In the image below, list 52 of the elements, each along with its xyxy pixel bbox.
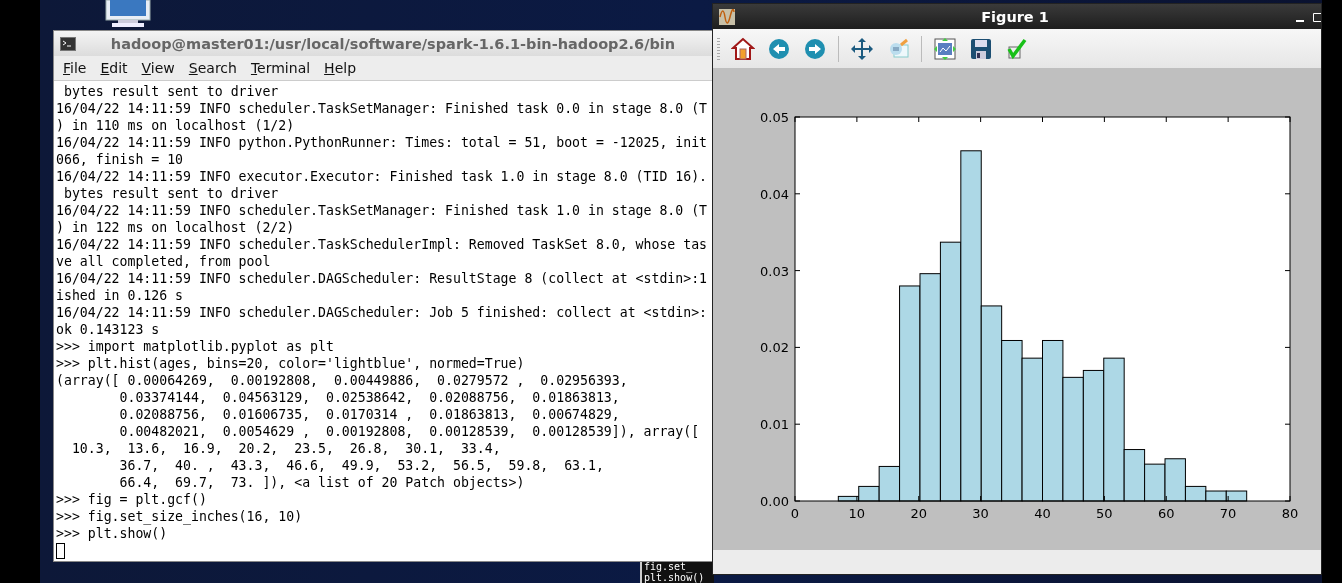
terminal-line: 10.3, 13.6, 16.9, 20.2, 23.5, 26.8, 30.1, 33.4,	[70, 440, 501, 457]
terminal-line: 16/04/22 14:11:59 INFO executor.Executor: Finished task 1.0 in stage 8.0 (TID 16).	[56, 168, 708, 185]
tick-label: 70	[1219, 506, 1237, 521]
tick-label: 30	[972, 506, 989, 521]
terminal-line: bytes result sent to driver	[62, 185, 279, 202]
terminal-line: ok 0.143123 s	[56, 321, 160, 338]
terminal-line: 066, finish = 10	[56, 151, 184, 168]
terminal-line: >>> fig = plt.gcf()	[56, 491, 207, 508]
tick-label: 0	[790, 506, 800, 521]
tick-label: 40	[1034, 506, 1051, 521]
tick-label: 0.03	[760, 263, 789, 279]
terminal-line: 0.00482021, 0.0054629 , 0.00192808, 0.00128539, 0.00128539]), array([	[118, 423, 700, 440]
terminal-line: 36.7, 40. , 43.3, 46.6, 49.9, 53.2, 56.5, 59.8, 63.1,	[118, 457, 604, 474]
tick-label: 80	[1281, 506, 1299, 521]
terminal-line: plt.show()	[644, 572, 705, 583]
tick-label: 0.05	[760, 110, 789, 125]
terminal-line: 16/04/22 14:11:59 INFO python.PythonRunner: Times: total = 51, boot = -12025, init	[56, 134, 708, 151]
terminal-line: 16/04/22 14:11:59 INFO scheduler.TaskSchedulerImpl: Removed TaskSet 8.0, whose tas	[56, 236, 708, 253]
tick-label: 0.04	[760, 186, 789, 202]
terminal-line: bytes result sent to driver	[62, 83, 279, 100]
terminal-line: (array([ 0.00064269, 0.00192808, 0.00449886, 0.0279572 , 0.02956393,	[56, 372, 628, 389]
terminal-line: 16/04/22 14:11:59 INFO scheduler.TaskSetManager: Finished task 0.0 in stage 8.0 (T	[56, 100, 708, 117]
tick-label: 0.01	[760, 417, 789, 433]
terminal-line: >>> plt.show()	[56, 525, 168, 542]
terminal-line: 16/04/22 14:11:59 INFO scheduler.DAGScheduler: ResultStage 8 (collect at <stdin>:1	[56, 270, 708, 287]
terminal-line: >>> plt.hist(ages, bins=20, color='lightblue', normed=True)	[56, 355, 525, 372]
tick-label: 60	[1158, 506, 1175, 521]
terminal-line: 0.03374144, 0.04563129, 0.02538642, 0.02088756, 0.01863813,	[118, 389, 620, 406]
terminal-line: >>> import matplotlib.pyplot as plt	[56, 338, 334, 355]
menu-item[interactable]: Edit	[93, 58, 135, 78]
menu-item[interactable]: View	[134, 58, 182, 78]
menu-item[interactable]: Search	[181, 58, 244, 78]
terminal-line: ished in 0.126 s	[56, 287, 184, 304]
terminal-line: fig.set_	[644, 562, 693, 573]
terminal-line: 0.02088756, 0.01606735, 0.0170314 , 0.01863813, 0.00674829,	[118, 406, 620, 423]
window-title: hadoop@master01:/usr/local/software/spark-1.6.1-bin-hadoop2.6/bin	[109, 35, 677, 52]
terminal-line: 16/04/22 14:11:59 INFO scheduler.DAGScheduler: Job 5 finished: collect at <stdin>:	[56, 304, 708, 321]
menu-item[interactable]: Help	[317, 58, 364, 78]
terminal-line: ) in 122 ms on localhost (2/2)	[56, 219, 295, 236]
terminal-line: ve all completed, from pool	[56, 253, 271, 270]
terminal-line: >>> fig.set_size_inches(16, 10)	[56, 508, 303, 525]
menu-item[interactable]: File	[56, 58, 94, 78]
tick-label: 50	[1096, 506, 1113, 521]
terminal-line: ) in 110 ms on localhost (1/2)	[56, 117, 295, 134]
tick-label: 10	[848, 506, 866, 521]
tick-label: 0.00	[760, 494, 789, 509]
menu-item[interactable]: Terminal	[243, 58, 318, 78]
tick-label: 20	[910, 506, 927, 521]
terminal-line: 16/04/22 14:11:59 INFO scheduler.TaskSetManager: Finished task 1.0 in stage 8.0 (T	[56, 202, 708, 219]
tick-label: 0.02	[760, 340, 789, 356]
terminal-line: 66.4, 69.7, 73. ]), <a list of 20 Patch objects>)	[118, 474, 525, 491]
window-title: Figure 1	[980, 8, 1050, 25]
